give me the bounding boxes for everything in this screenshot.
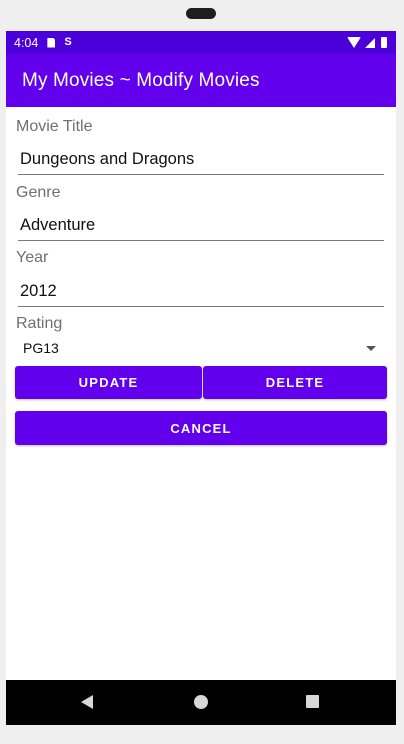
status-time: 4:04 bbox=[14, 35, 39, 50]
cancel-button[interactable]: CANCEL bbox=[15, 411, 387, 445]
rating-spinner[interactable]: PG13 bbox=[18, 336, 384, 360]
movie-title-label: Movie Title bbox=[16, 118, 93, 135]
status-right-icons bbox=[347, 37, 387, 48]
rating-selected-value: PG13 bbox=[23, 340, 59, 356]
wifi-icon bbox=[347, 37, 361, 48]
recents-icon[interactable] bbox=[306, 695, 319, 708]
navigation-bar bbox=[6, 680, 396, 725]
device-frame: 4:04 S My Movies ~ Modify Movies Movie T… bbox=[0, 0, 404, 744]
speaker-grille bbox=[186, 8, 216, 19]
update-button[interactable]: UPDATE bbox=[15, 366, 202, 399]
dropdown-arrow-icon bbox=[366, 346, 376, 351]
year-input[interactable] bbox=[18, 277, 384, 307]
delete-button[interactable]: DELETE bbox=[203, 366, 387, 399]
sim-card-icon bbox=[47, 37, 56, 48]
rating-label: Rating bbox=[16, 315, 63, 332]
app-bar-title: My Movies ~ Modify Movies bbox=[22, 69, 260, 91]
screen: 4:04 S My Movies ~ Modify Movies Movie T… bbox=[6, 31, 396, 725]
back-icon[interactable] bbox=[81, 695, 93, 709]
movie-title-input[interactable] bbox=[18, 145, 384, 175]
s-notification-icon: S bbox=[64, 36, 72, 48]
genre-input[interactable] bbox=[18, 211, 384, 241]
status-bar: 4:04 S bbox=[6, 31, 396, 54]
cellular-signal-icon bbox=[365, 37, 375, 48]
year-label: Year bbox=[16, 249, 49, 266]
home-icon[interactable] bbox=[194, 695, 208, 709]
app-bar: My Movies ~ Modify Movies bbox=[6, 54, 396, 107]
genre-label: Genre bbox=[16, 184, 61, 201]
battery-icon bbox=[381, 37, 387, 48]
